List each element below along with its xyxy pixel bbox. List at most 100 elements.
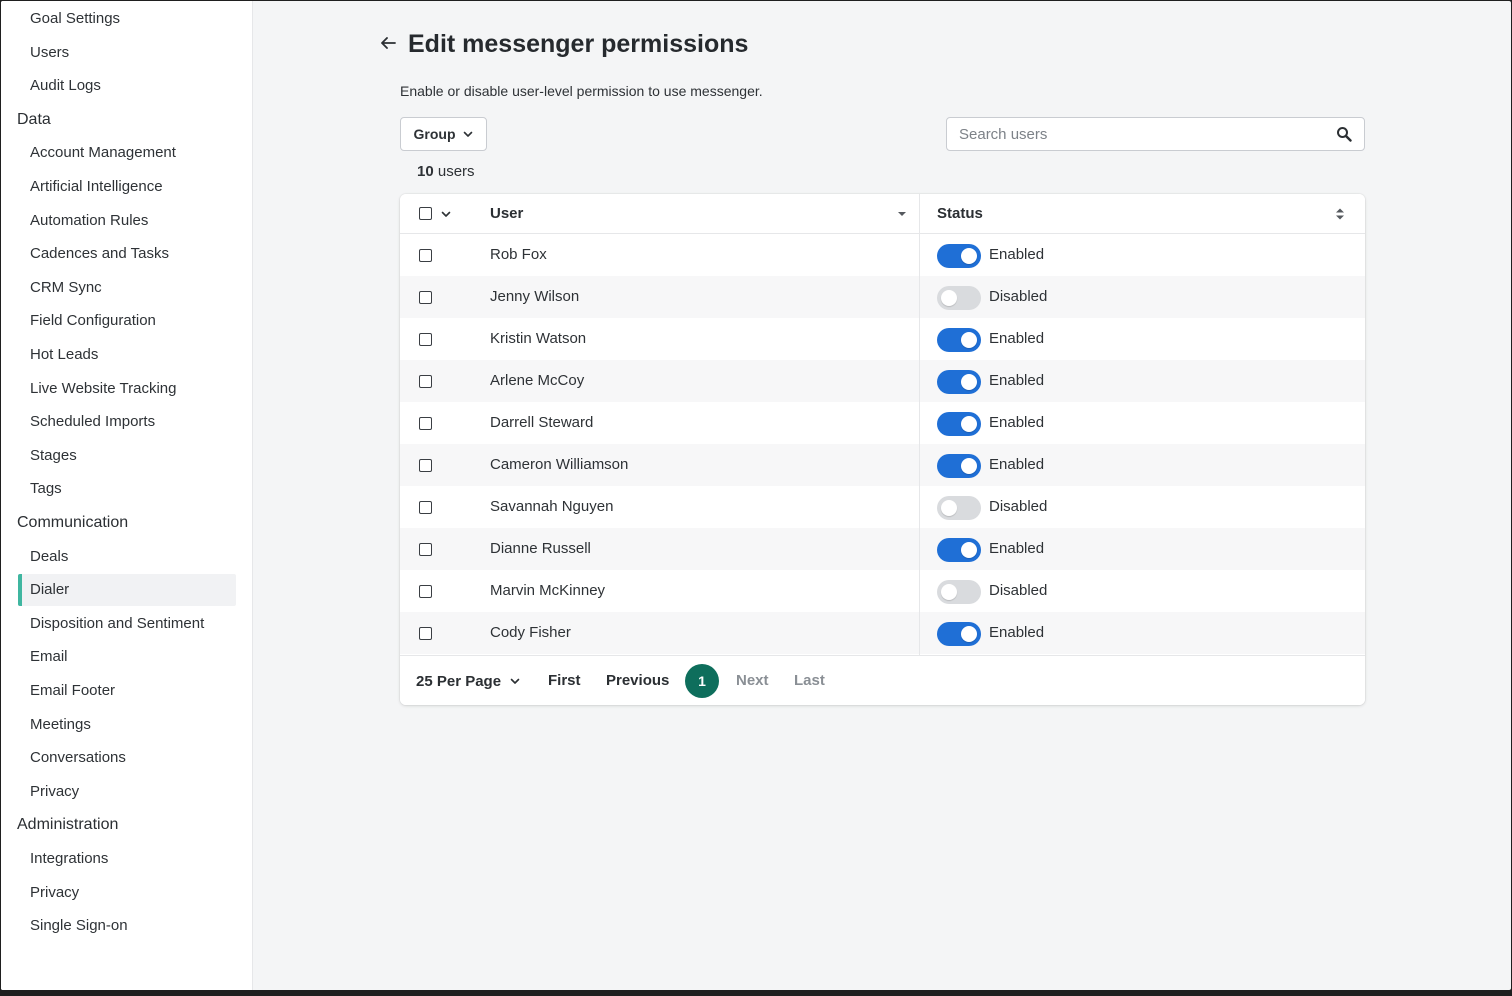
sidebar-item-stages[interactable]: Stages (18, 440, 236, 472)
group-filter-button[interactable]: Group (400, 117, 487, 151)
sidebar-item-crm-sync[interactable]: CRM Sync (18, 272, 236, 304)
sidebar-section-administration: Administration (17, 816, 119, 834)
toggle-knob (941, 290, 957, 306)
status-label: Enabled (989, 456, 1045, 473)
search-users-box (946, 117, 1365, 151)
sidebar-item-scheduled-imports[interactable]: Scheduled Imports (18, 406, 236, 438)
row-checkbox[interactable] (419, 459, 432, 472)
row-checkbox[interactable] (419, 375, 432, 388)
sidebar-item-tags[interactable]: Tags (18, 473, 236, 505)
status-label: Enabled (989, 540, 1045, 557)
sidebar-item-field-configuration[interactable]: Field Configuration (18, 305, 236, 337)
column-header-status[interactable]: Status (937, 194, 983, 234)
row-checkbox[interactable] (419, 543, 432, 556)
search-users-input[interactable] (947, 118, 1327, 150)
status-label: Enabled (989, 624, 1045, 641)
search-icon[interactable] (1336, 126, 1352, 142)
sidebar-item-disposition-and-sentiment[interactable]: Disposition and Sentiment (18, 608, 236, 640)
sidebar-item-live-website-tracking[interactable]: Live Website Tracking (18, 373, 236, 405)
column-header-user[interactable]: User (490, 194, 523, 234)
row-checkbox[interactable] (419, 501, 432, 514)
select-menu-chevron-icon[interactable] (440, 208, 452, 220)
chevron-down-icon (510, 678, 520, 684)
sidebar-item-goal-settings[interactable]: Goal Settings (18, 3, 236, 35)
table-pagination: 25 Per Page First Previous 1 Next Last (400, 655, 1365, 705)
table-row: Arlene McCoy Enabled (400, 360, 1365, 402)
status-label: Disabled (989, 288, 1048, 305)
settings-sidebar: Goal Settings Users Audit Logs Data Account … (1, 1, 253, 990)
current-page-button[interactable]: 1 (685, 664, 719, 698)
sidebar-item-privacy[interactable]: Privacy (18, 877, 236, 909)
status-toggle[interactable] (937, 286, 981, 310)
row-checkbox[interactable] (419, 333, 432, 346)
table-row: Jenny Wilson Disabled (400, 276, 1365, 318)
row-checkbox[interactable] (419, 585, 432, 598)
sidebar-item-email-footer[interactable]: Email Footer (18, 675, 236, 707)
sort-toggle-icon[interactable] (1335, 207, 1345, 221)
user-name: Cody Fisher (490, 624, 571, 641)
row-checkbox[interactable] (419, 249, 432, 262)
per-page-label: 25 Per Page (416, 672, 502, 690)
sidebar-item-audit-logs[interactable]: Audit Logs (18, 70, 236, 102)
status-toggle[interactable] (937, 370, 981, 394)
table-row: Dianne Russell Enabled (400, 528, 1365, 570)
table-header: User Status (400, 194, 1365, 234)
user-name: Savannah Nguyen (490, 498, 614, 515)
page-description: Enable or disable user-level permission … (400, 83, 763, 99)
first-page-button[interactable]: First (548, 656, 581, 705)
toggle-knob (961, 416, 977, 432)
row-checkbox[interactable] (419, 417, 432, 430)
sidebar-item-privacy[interactable]: Privacy (18, 776, 236, 808)
per-page-select[interactable]: 25 Per Page (416, 656, 521, 705)
user-name: Darrell Steward (490, 414, 594, 431)
status-toggle[interactable] (937, 454, 981, 478)
sidebar-item-automation-rules[interactable]: Automation Rules (18, 205, 236, 237)
sidebar-item-users[interactable]: Users (18, 37, 236, 69)
select-all-checkbox[interactable] (419, 207, 432, 220)
sidebar-item-hot-leads[interactable]: Hot Leads (18, 339, 236, 371)
sidebar-item-account-management[interactable]: Account Management (18, 137, 236, 169)
sidebar-section-communication: Communication (17, 514, 129, 531)
user-name: Marvin McKinney (490, 582, 606, 599)
status-toggle[interactable] (937, 580, 981, 604)
sidebar-item-integrations[interactable]: Integrations (18, 843, 236, 875)
status-label: Enabled (989, 246, 1045, 263)
user-name: Arlene McCoy (490, 372, 585, 389)
next-page-button[interactable]: Next (736, 656, 769, 705)
table-row: Savannah Nguyen Disabled (400, 486, 1365, 528)
user-name: Rob Fox (490, 246, 547, 263)
status-toggle[interactable] (937, 244, 981, 268)
status-toggle[interactable] (937, 496, 981, 520)
sidebar-item-single-sign-on[interactable]: Single Sign-on (18, 910, 236, 942)
sidebar-item-artificial-intelligence[interactable]: Artificial Intelligence (18, 171, 236, 203)
toggle-knob (961, 458, 977, 474)
status-label: Enabled (989, 330, 1045, 347)
row-checkbox[interactable] (419, 627, 432, 640)
user-name: Jenny Wilson (490, 288, 580, 305)
table-row: Cameron Williamson Enabled (400, 444, 1365, 486)
status-toggle[interactable] (937, 538, 981, 562)
status-toggle[interactable] (937, 412, 981, 436)
status-label: Enabled (989, 414, 1045, 431)
row-checkbox[interactable] (419, 291, 432, 304)
toggle-knob (941, 584, 957, 600)
sidebar-item-deals[interactable]: Deals (18, 541, 236, 573)
sidebar-item-conversations[interactable]: Conversations (18, 742, 236, 774)
previous-page-button[interactable]: Previous (606, 656, 669, 705)
permissions-table: User Status Rob Fox Enabled Jenny Wilson Di… (400, 194, 1365, 705)
back-arrow-icon[interactable] (376, 31, 400, 55)
last-page-button[interactable]: Last (794, 656, 825, 705)
sidebar-item-meetings[interactable]: Meetings (18, 709, 236, 741)
table-row: Cody Fisher Enabled (400, 612, 1365, 654)
toggle-knob (961, 542, 977, 558)
sidebar-item-cadences-and-tasks[interactable]: Cadences and Tasks (18, 238, 236, 270)
status-toggle[interactable] (937, 622, 981, 646)
sidebar-item-email[interactable]: Email (18, 641, 236, 673)
user-count-unit: users (437, 163, 475, 180)
status-toggle[interactable] (937, 328, 981, 352)
sidebar-item-dialer[interactable]: Dialer (18, 574, 236, 607)
user-name: Cameron Williamson (490, 456, 629, 473)
toggle-knob (961, 626, 977, 642)
toggle-knob (961, 332, 977, 348)
sort-down-icon[interactable] (897, 210, 907, 218)
